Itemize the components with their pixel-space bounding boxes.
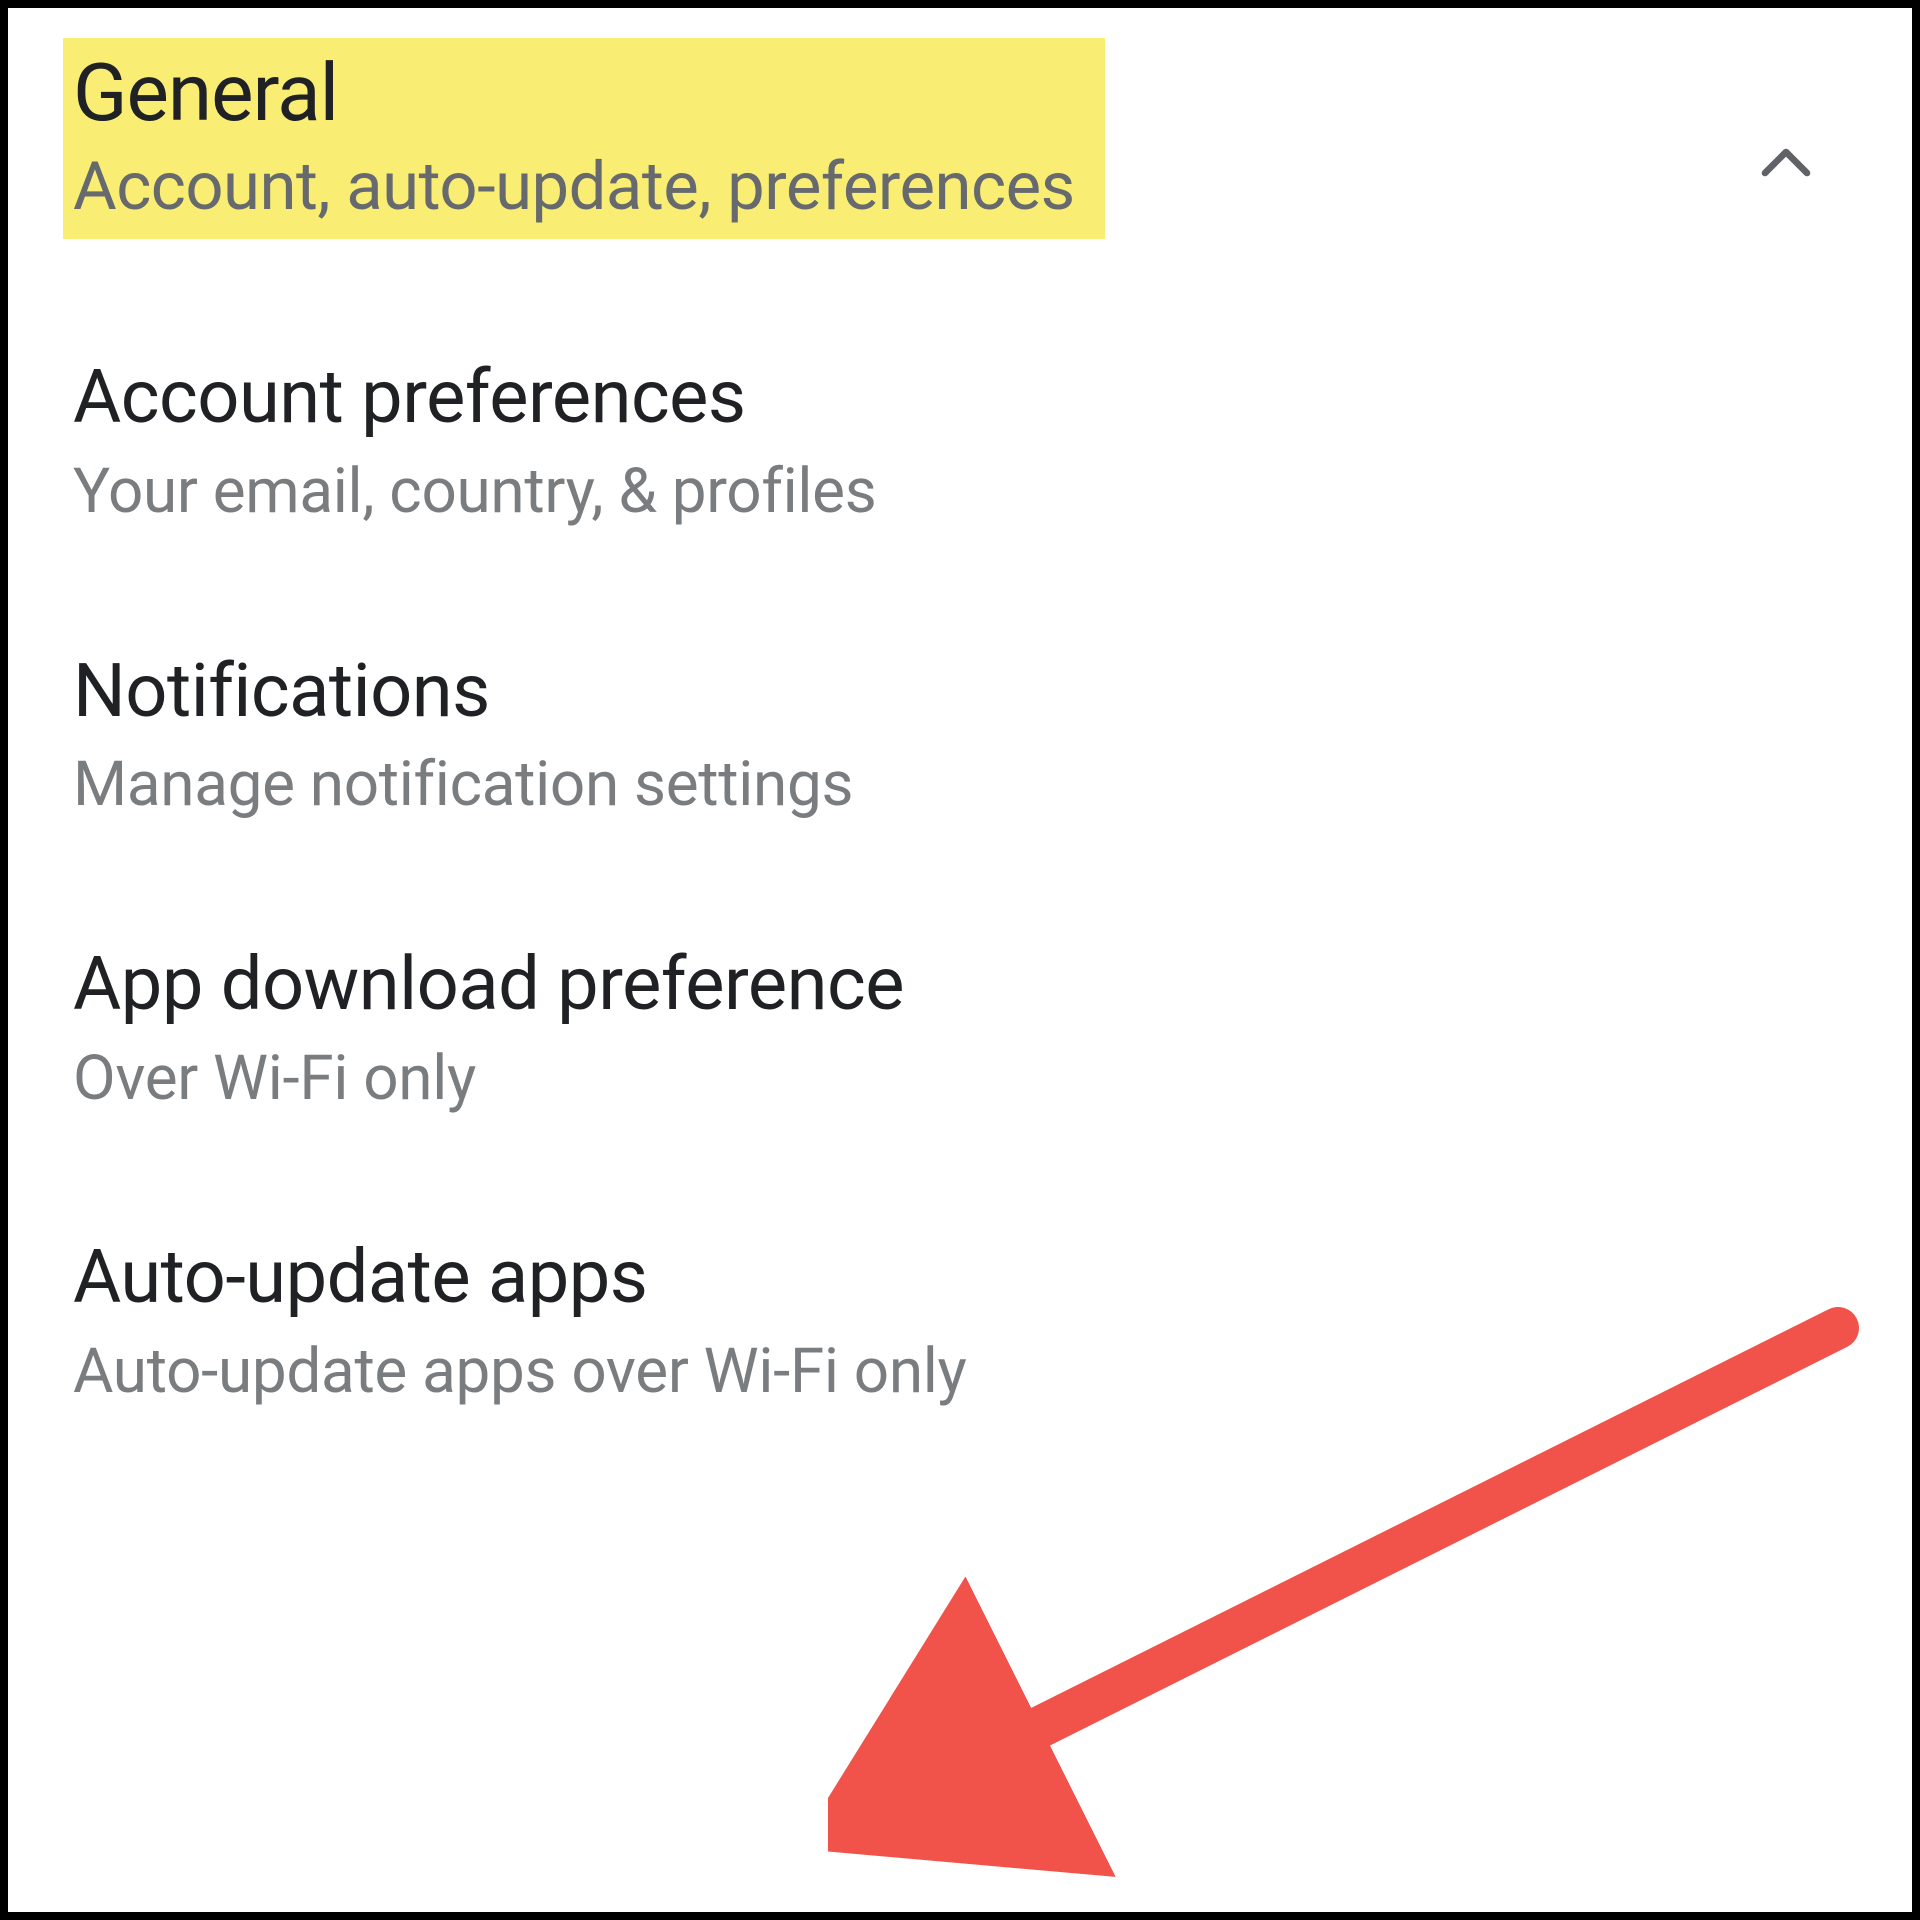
setting-subtitle: Your email, country, & profiles <box>73 455 1852 529</box>
setting-title: App download preference <box>73 941 1852 1030</box>
general-section-header[interactable]: General Account, auto-update, preference… <box>73 38 1852 239</box>
setting-notifications[interactable]: Notifications Manage notification settin… <box>73 648 1852 823</box>
setting-title: Account preferences <box>73 354 1852 443</box>
settings-list: General Account, auto-update, preference… <box>8 8 1912 1439</box>
settings-panel: General Account, auto-update, preference… <box>0 0 1920 1920</box>
setting-auto-update-apps[interactable]: Auto-update apps Auto-update apps over W… <box>73 1234 1852 1409</box>
setting-account-preferences[interactable]: Account preferences Your email, country,… <box>73 354 1852 529</box>
setting-subtitle: Auto-update apps over Wi-Fi only <box>73 1335 1852 1409</box>
setting-subtitle: Manage notification settings <box>73 748 1852 822</box>
setting-title: Auto-update apps <box>73 1234 1852 1323</box>
collapse-toggle[interactable] <box>1750 38 1852 204</box>
general-header-highlight: General Account, auto-update, preference… <box>63 38 1105 239</box>
section-subtitle: Account, auto-update, preferences <box>73 147 1075 227</box>
setting-subtitle: Over Wi-Fi only <box>73 1042 1852 1116</box>
setting-app-download-preference[interactable]: App download preference Over Wi-Fi only <box>73 941 1852 1116</box>
chevron-up-icon <box>1750 128 1822 200</box>
section-title: General <box>73 43 1075 143</box>
setting-title: Notifications <box>73 648 1852 737</box>
